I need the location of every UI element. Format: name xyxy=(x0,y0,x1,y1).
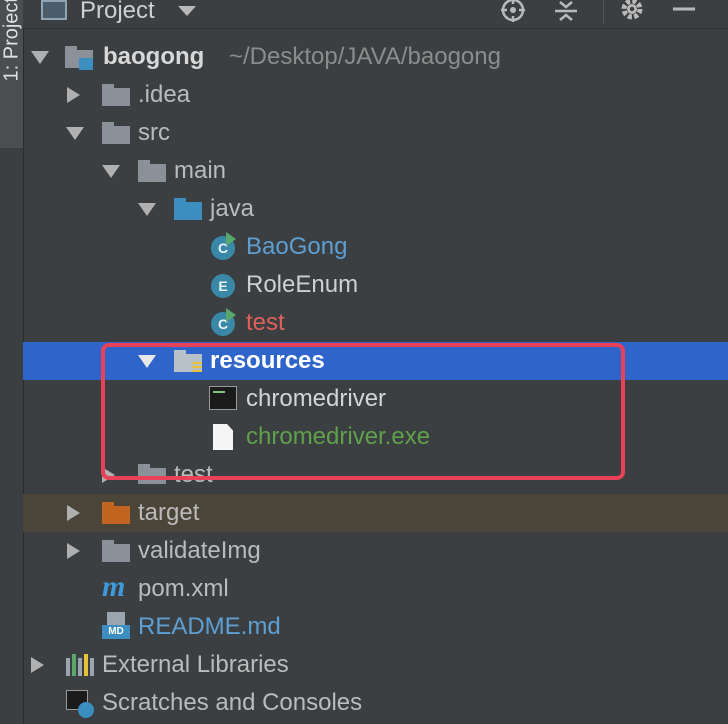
libraries-icon xyxy=(66,654,94,678)
folder-icon xyxy=(102,540,130,564)
project-view-selector[interactable]: Project xyxy=(80,0,155,25)
gear-icon xyxy=(621,0,643,20)
tree-row-readme[interactable]: MD README.md xyxy=(23,608,728,646)
tree-row-validateimg[interactable]: validateImg xyxy=(23,532,728,570)
collapse-all-button[interactable] xyxy=(551,0,581,24)
tool-window-strip: 1: Project xyxy=(0,0,24,724)
settings-button[interactable] xyxy=(617,0,647,24)
expand-arrow-icon[interactable] xyxy=(138,355,156,368)
expand-arrow-icon[interactable] xyxy=(66,127,84,140)
tree-row-main[interactable]: main xyxy=(23,152,728,190)
tree-row-resources[interactable]: resources xyxy=(23,342,728,380)
maven-icon: m xyxy=(102,570,126,603)
tree-row-baogong-class[interactable]: C BaoGong xyxy=(23,228,728,266)
tree-item-label: main xyxy=(174,157,227,184)
expand-arrow-icon[interactable] xyxy=(67,543,80,559)
expand-arrow-icon[interactable] xyxy=(102,467,115,483)
folder-icon xyxy=(102,84,130,108)
chevron-down-icon[interactable] xyxy=(178,6,196,16)
scratches-icon xyxy=(66,690,94,718)
folder-icon xyxy=(138,160,166,184)
minimize-icon xyxy=(673,7,695,11)
source-folder-icon xyxy=(174,198,202,222)
tree-item-label: RoleEnum xyxy=(246,271,359,298)
tree-row-test-class[interactable]: C test xyxy=(23,304,728,342)
tree-item-label: test xyxy=(174,461,213,484)
tree-item-label: README.md xyxy=(138,613,281,640)
project-path: ~/Desktop/JAVA/baogong xyxy=(229,43,501,70)
tree-item-label: Scratches and Consoles xyxy=(102,689,363,716)
excluded-folder-icon xyxy=(102,502,130,526)
executable-icon xyxy=(209,386,237,412)
tree-row-chromedriver-exe[interactable]: chromedriver.exe xyxy=(23,418,728,456)
toolbar-divider xyxy=(603,0,604,24)
tree-item-label: .idea xyxy=(138,81,191,108)
resources-folder-icon xyxy=(174,350,202,374)
expand-arrow-icon[interactable] xyxy=(31,51,49,64)
runnable-class-icon: C xyxy=(209,308,237,336)
tree-row-test-folder[interactable]: test xyxy=(23,456,728,484)
tree-item-label: chromedriver xyxy=(246,385,387,412)
tree-row-target[interactable]: target xyxy=(23,494,728,532)
folder-icon xyxy=(102,122,130,146)
tree-item-label: test xyxy=(246,309,285,336)
expand-arrow-icon[interactable] xyxy=(138,203,156,216)
expand-arrow-icon[interactable] xyxy=(67,87,80,103)
tree-item-label: java xyxy=(210,195,255,222)
tree-item-label: BaoGong xyxy=(246,233,348,260)
expand-arrow-icon[interactable] xyxy=(31,657,44,673)
hide-panel-button[interactable] xyxy=(669,0,699,24)
markdown-icon: MD xyxy=(102,612,130,640)
project-view-icon xyxy=(41,0,67,20)
expand-arrow-icon[interactable] xyxy=(102,165,120,178)
tree-row-chromedriver[interactable]: chromedriver xyxy=(23,380,728,418)
tree-item-label: pom.xml xyxy=(138,575,229,602)
tree-row-src[interactable]: src xyxy=(23,114,728,152)
tree-row-pom[interactable]: m pom.xml xyxy=(23,570,728,608)
module-folder-icon xyxy=(65,46,93,70)
tree-row-java[interactable]: java xyxy=(23,190,728,228)
tree-item-label: resources xyxy=(210,347,325,374)
tree-row-project-root[interactable]: baogong ~/Desktop/JAVA/baogong xyxy=(23,38,728,76)
enum-icon: E xyxy=(209,274,237,298)
tree-item-label: target xyxy=(138,499,200,526)
file-icon xyxy=(209,424,237,450)
tree-item-label: validateImg xyxy=(138,537,261,564)
crosshair-icon xyxy=(501,0,525,22)
tree-row-roleenum[interactable]: E RoleEnum xyxy=(23,266,728,304)
project-panel-header: Project xyxy=(23,0,728,29)
project-tool-tab[interactable]: 1: Project xyxy=(0,0,23,148)
runnable-class-icon: C xyxy=(209,232,237,260)
tree-item-label: src xyxy=(138,119,170,146)
project-tool-tab-label: 1: Project xyxy=(0,0,23,82)
collapse-icon xyxy=(555,1,577,21)
tree-item-label: chromedriver.exe xyxy=(246,423,431,450)
project-name: baogong xyxy=(103,43,205,70)
folder-icon xyxy=(138,464,166,484)
expand-arrow-icon[interactable] xyxy=(67,505,80,521)
tree-row-scratches[interactable]: Scratches and Consoles xyxy=(23,684,728,722)
tree-row-idea[interactable]: .idea xyxy=(23,76,728,114)
tree-row-external-libraries[interactable]: External Libraries xyxy=(23,646,728,684)
tree-item-label: External Libraries xyxy=(102,651,289,678)
locate-file-button[interactable] xyxy=(498,0,528,24)
